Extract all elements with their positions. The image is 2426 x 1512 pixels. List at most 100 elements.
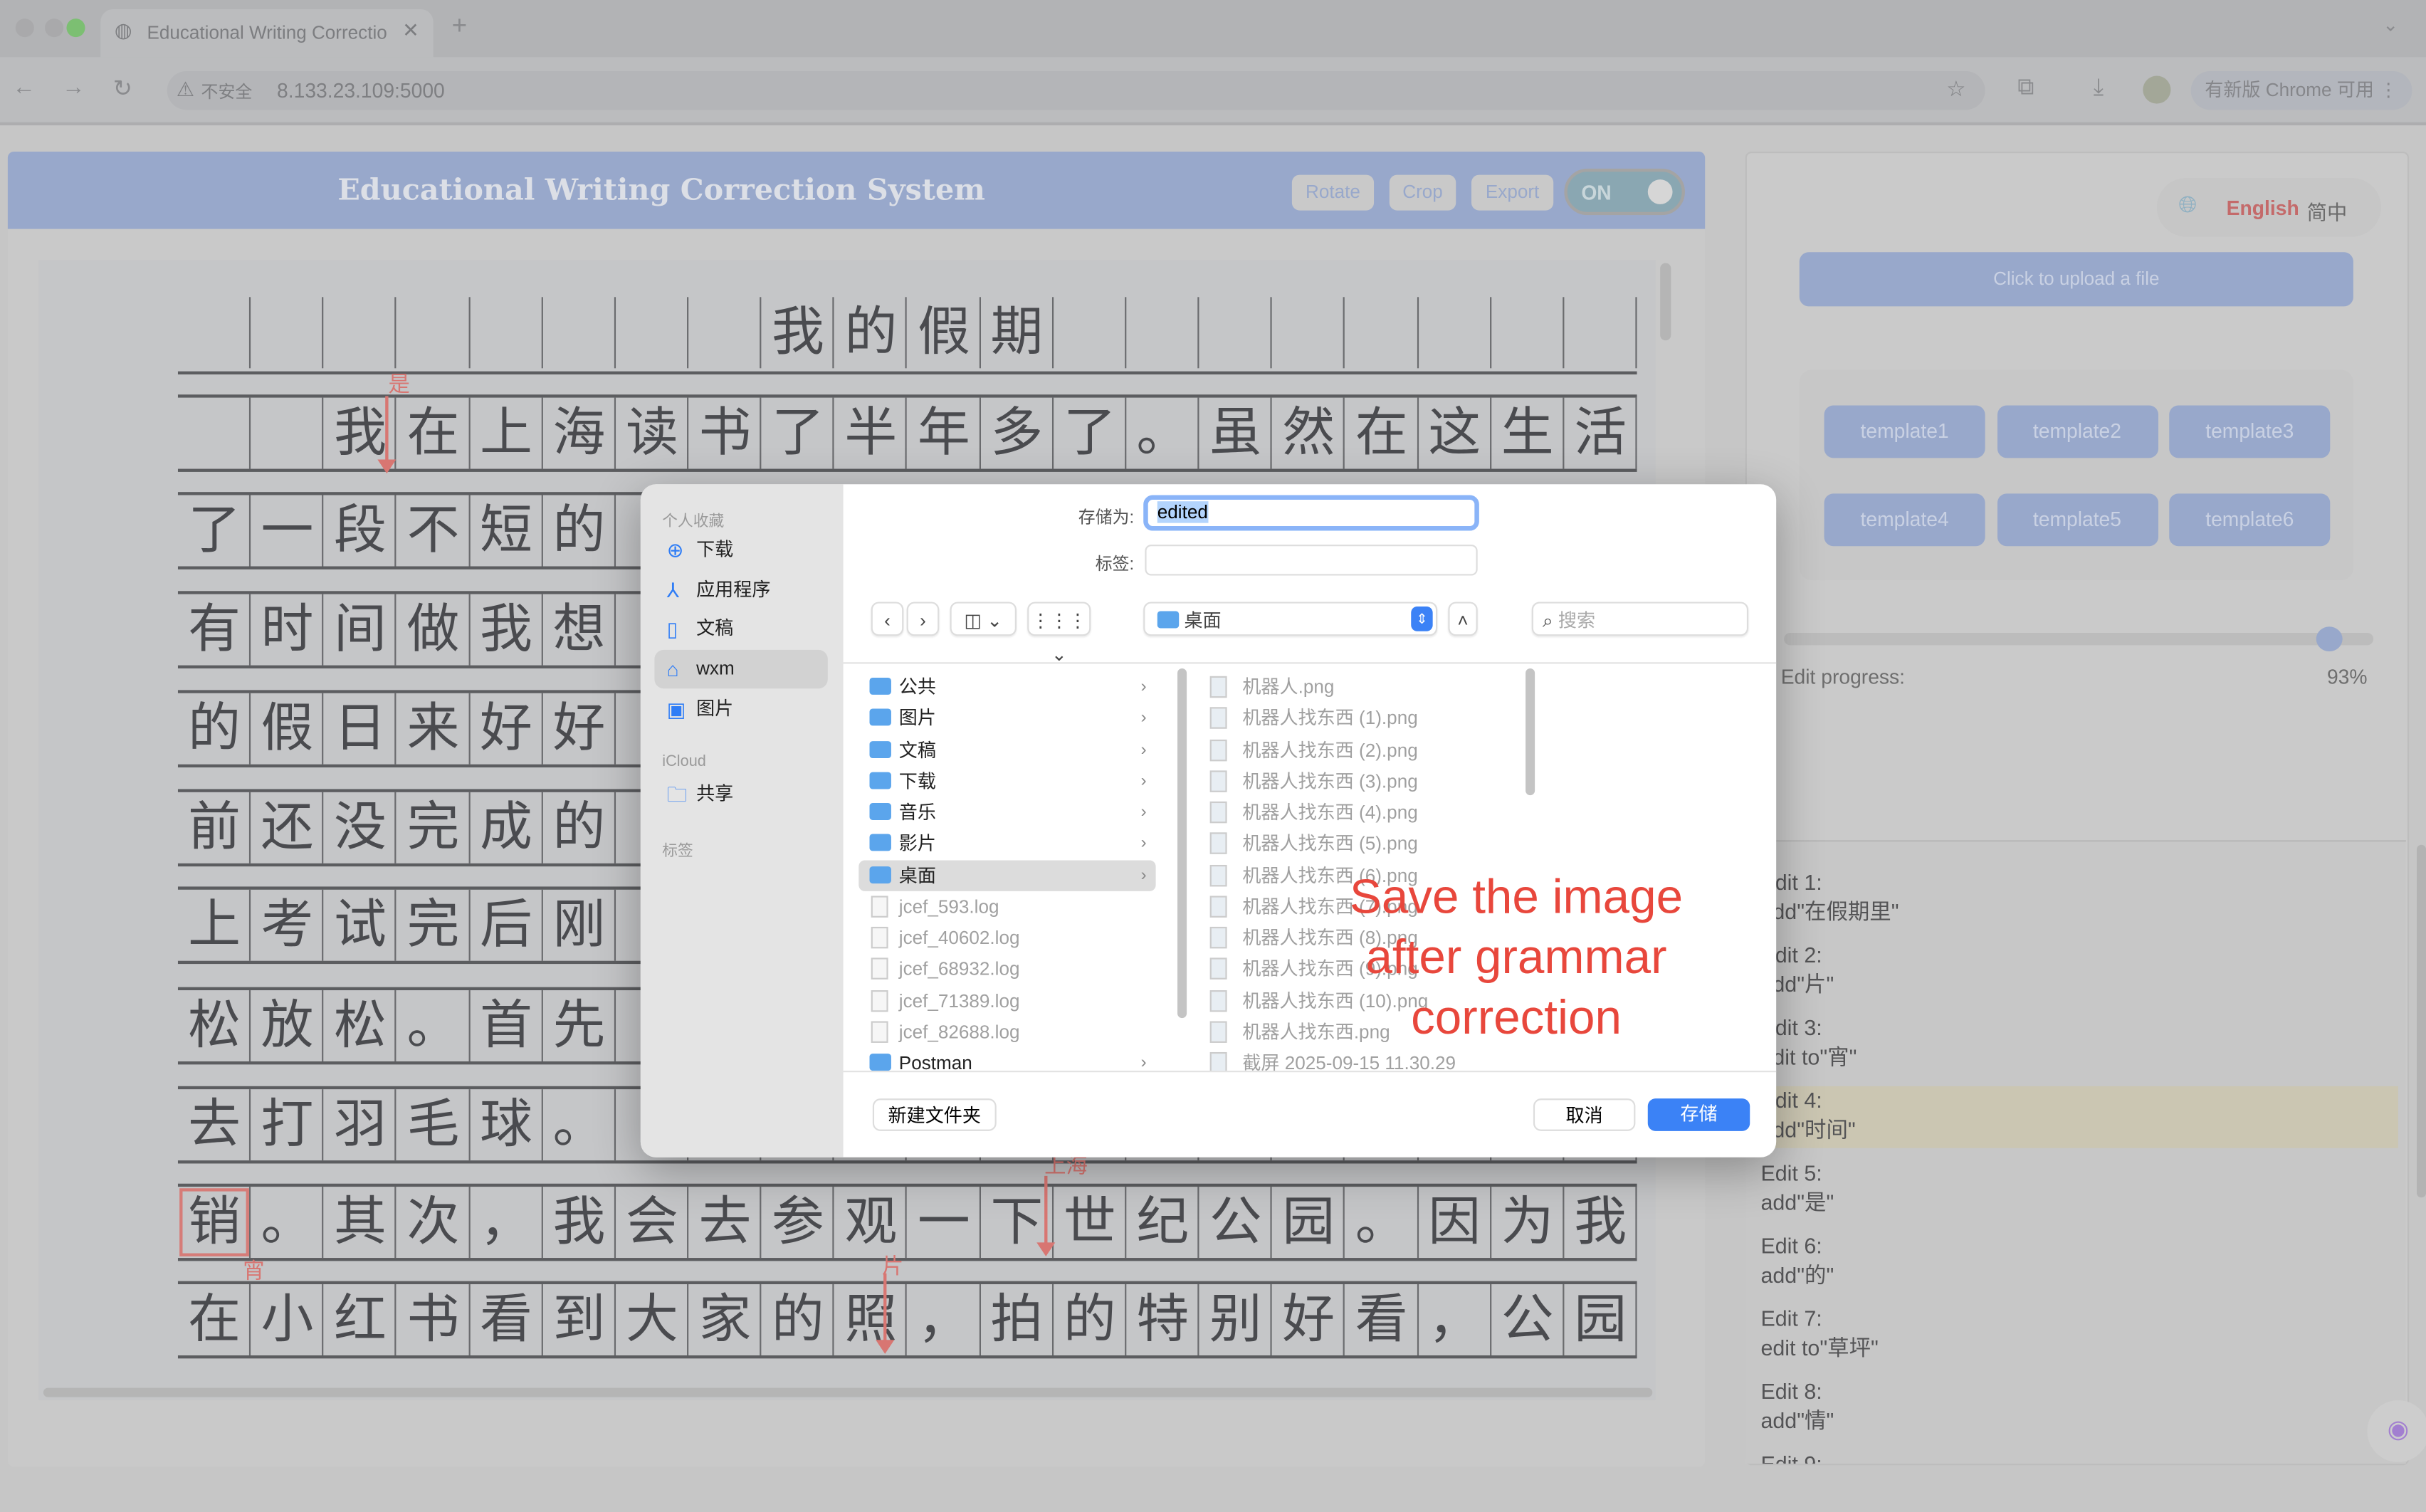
edit-item[interactable]: Edit 9:	[1745, 1450, 2398, 1464]
window-minimize-button[interactable]	[45, 19, 64, 38]
file-list-item[interactable]: 机器人找东西 (1).png	[1194, 703, 1519, 733]
brain-icon[interactable]: ◉	[2367, 1400, 2426, 1462]
sidebar-item-label: 图片	[696, 697, 734, 720]
tab-list-chevron-icon[interactable]: ⌄	[2383, 14, 2398, 36]
correction-toggle[interactable]: ON	[1564, 168, 1685, 216]
slider-knob[interactable]	[2316, 626, 2343, 652]
tab-close-icon[interactable]: ✕	[402, 19, 419, 43]
template-button[interactable]: template6	[2169, 493, 2331, 547]
file-list-item[interactable]: jcef_593.log	[858, 891, 1155, 921]
back-button[interactable]: ‹	[871, 602, 904, 636]
edit-item[interactable]: Edit 8: add"情"	[1745, 1377, 2398, 1439]
forward-button[interactable]: ›	[906, 602, 940, 636]
file-list-item[interactable]: 机器人找东西 (3).png	[1194, 765, 1519, 796]
address-bar[interactable]: ⚠ 不安全 8.133.23.109:5000 ☆	[167, 70, 1985, 110]
new-tab-button[interactable]: +	[452, 11, 468, 41]
edit-progress-slider[interactable]	[1784, 626, 2374, 652]
extensions-icon[interactable]: ⧉	[2017, 74, 2034, 100]
sidebar-item-documents[interactable]: ▯ 文稿	[654, 610, 827, 649]
item-name: jcef_71389.log	[898, 989, 1020, 1012]
sidebar-item-pictures[interactable]: ▣ 图片	[654, 690, 827, 728]
icloud-header: iCloud	[662, 753, 706, 771]
file-list-item[interactable]: jcef_71389.log	[858, 985, 1155, 1015]
upload-file-button[interactable]: Click to upload a file	[1799, 252, 2353, 307]
image-file-icon	[1209, 1020, 1227, 1043]
edit-item[interactable]: Edit 4: add"时间"	[1745, 1086, 2398, 1148]
template-button[interactable]: template2	[1996, 405, 2158, 458]
file-list-item[interactable]: 机器人找东西 (2).png	[1194, 734, 1519, 765]
sidebar-item-home[interactable]: ⌂ wxm	[654, 650, 828, 689]
template-button[interactable]: template5	[1996, 493, 2158, 547]
template-button[interactable]: template3	[2169, 405, 2331, 458]
essay-row-text: 我在上海读书了半年多了。虽然在这生活	[188, 402, 1647, 465]
edit-item[interactable]: Edit 7: edit to"草坪"	[1745, 1304, 2398, 1366]
save-as-input[interactable]: edited	[1143, 495, 1479, 531]
search-field[interactable]: ⌕ 搜索	[1531, 602, 1749, 636]
file-list-item[interactable]: 文稿 ›	[858, 734, 1155, 765]
template-button[interactable]: template4	[1824, 493, 1985, 547]
edit-list-scrollbar[interactable]	[2417, 844, 2426, 1198]
file-list-item[interactable]: 音乐 ›	[858, 797, 1155, 827]
language-chinese[interactable]: 简中	[2307, 196, 2348, 226]
file-list-item[interactable]: jcef_82688.log	[858, 1016, 1155, 1046]
browser-tab[interactable]: ◍ Educational Writing Correctio ✕	[100, 9, 434, 58]
download-icon[interactable]: ⤓	[2094, 74, 2104, 100]
column-1-scrollbar[interactable]	[1177, 668, 1187, 1019]
collapse-button[interactable]: ˄	[1448, 602, 1478, 636]
edit-item[interactable]: Edit 6: add"的"	[1745, 1232, 2398, 1293]
column-2-scrollbar[interactable]	[1526, 668, 1535, 796]
file-list-item[interactable]: 公共 ›	[858, 671, 1155, 702]
file-list-item[interactable]: 机器人找东西 (4).png	[1194, 797, 1519, 827]
save-button[interactable]: 存储	[1647, 1098, 1750, 1131]
image-file-icon	[1209, 863, 1227, 886]
template-button[interactable]: template1	[1824, 405, 1985, 458]
chevron-right-icon: ›	[1140, 834, 1147, 854]
vertical-scrollbar[interactable]	[1660, 263, 1671, 341]
file-list-item[interactable]: 桌面 ›	[858, 859, 1156, 891]
edit-description: add"情"	[1760, 1407, 1834, 1433]
file-list-item[interactable]: Postman ›	[858, 1047, 1155, 1071]
item-name: 文稿	[898, 738, 937, 761]
export-button[interactable]: Export	[1471, 174, 1554, 211]
edit-description: add"的"	[1760, 1262, 1834, 1288]
forward-icon[interactable]: →	[62, 74, 85, 100]
image-file-icon	[1209, 707, 1227, 730]
template-group: template1 template2 template3 template4 temp…	[1799, 369, 2353, 581]
file-list-item[interactable]: 机器人找东西 (5).png	[1194, 828, 1519, 859]
edit-item[interactable]: Edit 2: add"片"	[1745, 940, 2398, 1002]
sidebar-item-downloads[interactable]: ⊕ 下载	[654, 531, 827, 569]
url-text[interactable]: 8.133.23.109:5000	[277, 79, 445, 103]
rotate-button[interactable]: Rotate	[1291, 174, 1375, 211]
window-close-button[interactable]	[15, 19, 34, 38]
file-list-item[interactable]: jcef_68932.log	[858, 953, 1155, 984]
profile-avatar[interactable]	[2143, 75, 2171, 104]
cancel-button[interactable]: 取消	[1533, 1098, 1636, 1131]
new-folder-button[interactable]: 新建文件夹	[872, 1098, 997, 1131]
file-list-item[interactable]: 截屏 2025-09-15 11.30.29	[1194, 1047, 1519, 1071]
tags-input[interactable]	[1145, 545, 1478, 576]
file-list-item[interactable]: 影片 ›	[858, 828, 1155, 859]
edit-item[interactable]: Edit 1: add"在假期里"	[1745, 868, 2398, 930]
language-english[interactable]: English	[2227, 196, 2299, 220]
file-icon	[871, 989, 888, 1012]
edit-item[interactable]: Edit 5: add"是"	[1745, 1159, 2398, 1221]
file-list-item[interactable]: 下载 ›	[858, 765, 1155, 796]
edit-item[interactable]: Edit 3: edit to"宵"	[1745, 1014, 2398, 1076]
sidebar-item-shared[interactable]: 🗀︎ 共享	[654, 775, 827, 814]
file-list-item[interactable]: 图片 ›	[858, 703, 1155, 733]
file-list-item[interactable]: 机器人.png	[1194, 671, 1519, 702]
reload-icon[interactable]: ↻	[113, 74, 132, 103]
sidebar-item-applications[interactable]: ⅄ 应用程序	[654, 570, 827, 609]
crop-button[interactable]: Crop	[1389, 174, 1456, 211]
chrome-update-button[interactable]: 有新版 Chrome 可用 ⋮	[2190, 70, 2412, 110]
file-list-item[interactable]: jcef_40602.log	[858, 922, 1155, 952]
column-view-button[interactable]: ◫ ⌄	[950, 602, 1017, 636]
horizontal-scrollbar[interactable]	[43, 1387, 1653, 1397]
bookmark-star-icon[interactable]: ☆	[1946, 76, 1965, 103]
group-view-button[interactable]: ⋮⋮⋮ ⌄	[1027, 602, 1091, 666]
location-popup[interactable]: 桌面 ⇕	[1143, 602, 1438, 636]
folder-icon	[869, 866, 891, 883]
security-label[interactable]: 不安全	[201, 79, 253, 104]
back-icon[interactable]: ←	[12, 74, 36, 100]
window-zoom-button[interactable]	[66, 19, 85, 38]
